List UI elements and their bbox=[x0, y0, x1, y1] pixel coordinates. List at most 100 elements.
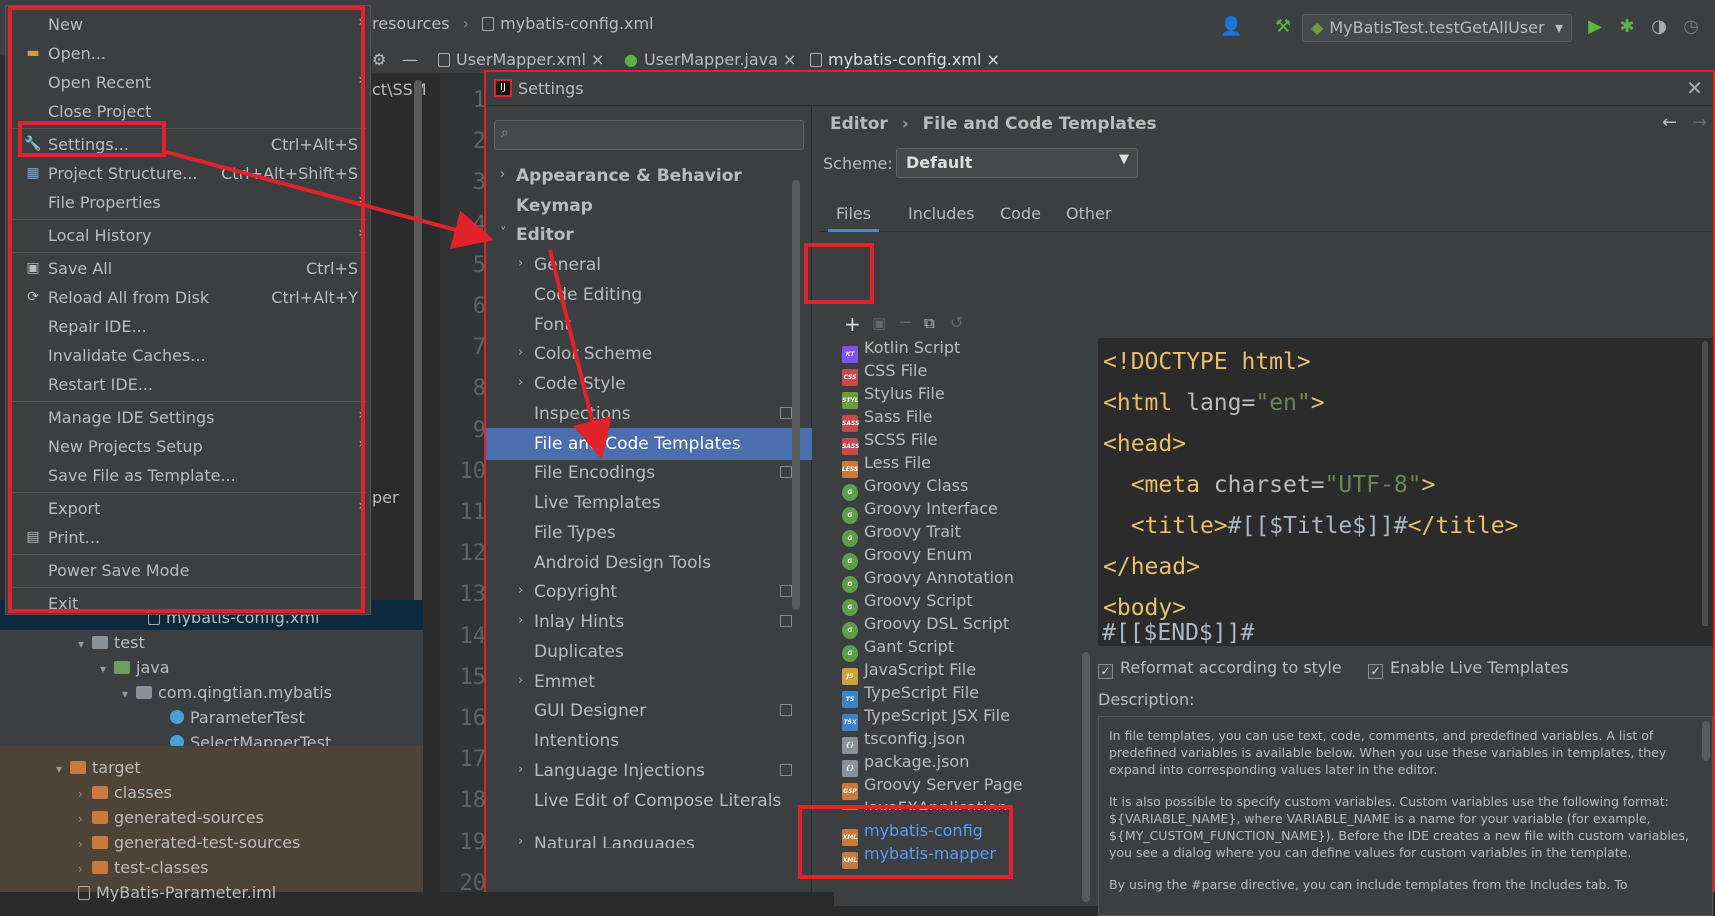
close-icon[interactable]: ✕ bbox=[1686, 76, 1703, 100]
list-item[interactable]: SASS SCSS File bbox=[842, 430, 938, 455]
tree-item[interactable]: MyBatis-Parameter.iml bbox=[78, 883, 276, 902]
nav-file-encodings[interactable]: File Encodings bbox=[486, 457, 812, 489]
profile-icon[interactable]: ◷ bbox=[1680, 16, 1702, 38]
list-item[interactable]: CSS CSS File bbox=[842, 361, 927, 386]
menu-item-open[interactable]: ▬ Open... bbox=[12, 41, 366, 67]
menu-item-power-save[interactable]: Power Save Mode bbox=[12, 558, 366, 584]
nav-scrollbar[interactable] bbox=[792, 180, 800, 610]
menu-item-save-all[interactable]: ▣ Save All Ctrl+S bbox=[12, 256, 366, 282]
menu-item-export[interactable]: Export › bbox=[12, 496, 366, 522]
tree-item[interactable]: › generated-sources bbox=[78, 808, 264, 827]
run-icon[interactable]: ▶ bbox=[1584, 16, 1606, 38]
nav-inspections[interactable]: Inspections bbox=[486, 398, 812, 430]
add-template-button[interactable]: + bbox=[844, 312, 861, 336]
nav-duplicates[interactable]: Duplicates bbox=[486, 636, 812, 668]
nav-inlay-hints[interactable]: › Inlay Hints bbox=[486, 606, 812, 638]
user-icon[interactable]: 👤 bbox=[1220, 16, 1242, 38]
list-item[interactable]: G Groovy Trait bbox=[842, 522, 961, 547]
nav-natural-languages[interactable]: › Natural Languages bbox=[486, 814, 812, 848]
add-child-icon[interactable]: ▣ bbox=[872, 314, 886, 332]
list-item[interactable]: JS JavaScript File bbox=[842, 660, 976, 685]
tab-usermapper-java[interactable]: ● UserMapper.java × bbox=[624, 50, 796, 69]
list-item[interactable]: G Groovy Enum bbox=[842, 545, 972, 570]
list-item[interactable]: G Groovy Annotation bbox=[842, 568, 1014, 593]
list-item[interactable]: G Groovy Class bbox=[842, 476, 968, 501]
tree-item[interactable]: ▾ target bbox=[56, 758, 141, 777]
nav-code-style[interactable]: › Code Style bbox=[486, 368, 812, 400]
minimize-icon[interactable]: — bbox=[402, 50, 426, 69]
nav-file-types[interactable]: File Types bbox=[486, 517, 812, 549]
list-item[interactable]: G Groovy Script bbox=[842, 591, 973, 616]
list-item[interactable]: LESS Less File bbox=[842, 453, 931, 478]
nav-editor[interactable]: ˅ Editor bbox=[486, 219, 812, 251]
menu-item-settings[interactable]: 🔧 Settings... Ctrl+Alt+S bbox=[12, 132, 366, 158]
list-item[interactable]: SASS Sass File bbox=[842, 407, 933, 432]
tree-item[interactable]: › test-classes bbox=[78, 858, 208, 877]
tab-includes[interactable]: Includes bbox=[900, 198, 983, 229]
nav-appearance-behavior[interactable]: › Appearance & Behavior bbox=[486, 160, 812, 192]
breadcrumb-parent[interactable]: Editor bbox=[830, 114, 888, 134]
nav-emmet[interactable]: › Emmet bbox=[486, 666, 812, 698]
nav-code-editing[interactable]: Code Editing bbox=[486, 279, 812, 311]
nav-color-scheme[interactable]: › Color Scheme bbox=[486, 338, 812, 370]
list-item[interactable]: {} tsconfig.json bbox=[842, 729, 965, 754]
menu-item-manage-ide-settings[interactable]: Manage IDE Settings › bbox=[12, 405, 366, 431]
menu-item-save-as-template[interactable]: Save File as Template... bbox=[12, 463, 366, 489]
nav-live-edit-compose[interactable]: Live Edit of Compose Literals bbox=[486, 785, 812, 817]
tab-other[interactable]: Other bbox=[1058, 198, 1119, 229]
description-scrollbar[interactable] bbox=[1702, 721, 1710, 761]
remove-template-button[interactable]: − bbox=[898, 312, 913, 333]
tree-item[interactable]: ParameterTest bbox=[170, 708, 305, 727]
breadcrumb-file[interactable]: mybatis-config.xml bbox=[482, 14, 654, 33]
list-item[interactable]: FXJavaFXApplication bbox=[842, 798, 1007, 810]
tab-usermapper-xml[interactable]: UserMapper.xml × bbox=[438, 50, 604, 69]
list-item[interactable]: STYL Stylus File bbox=[842, 384, 945, 409]
list-scrollbar[interactable] bbox=[1082, 652, 1090, 902]
forward-arrow-icon[interactable]: → bbox=[1692, 112, 1707, 133]
menu-item-invalidate-caches[interactable]: Invalidate Caches... bbox=[12, 343, 366, 369]
list-item[interactable]: GSP Groovy Server Page bbox=[842, 775, 1023, 800]
reset-icon[interactable]: ↺ bbox=[950, 313, 963, 332]
reformat-checkbox[interactable]: ✓ Reformat according to style bbox=[1098, 658, 1342, 679]
nav-intentions[interactable]: Intentions bbox=[486, 725, 812, 757]
nav-font[interactable]: Font bbox=[486, 309, 812, 341]
tree-item[interactable]: ▾ com.qingtian.mybatis bbox=[122, 683, 332, 702]
nav-file-and-code-templates[interactable]: File and Code Templates bbox=[486, 428, 812, 460]
list-item[interactable]: {} package.json bbox=[842, 752, 969, 777]
nav-language-injections[interactable]: › Language Injections bbox=[486, 755, 812, 787]
nav-android-design-tools[interactable]: Android Design Tools bbox=[486, 547, 812, 579]
tab-code[interactable]: Code bbox=[992, 198, 1049, 229]
menu-item-new[interactable]: New › bbox=[12, 12, 366, 38]
tab-files[interactable]: Files bbox=[828, 198, 880, 232]
menu-item-close-project[interactable]: Close Project bbox=[12, 99, 366, 125]
coverage-icon[interactable]: ◑ bbox=[1648, 16, 1670, 38]
tree-item[interactable]: ▾ test bbox=[78, 633, 145, 652]
copy-template-button[interactable]: ⧉ bbox=[924, 314, 935, 332]
list-item[interactable]: G Groovy Interface bbox=[842, 499, 998, 524]
editor-scrollbar[interactable] bbox=[1702, 341, 1708, 641]
menu-item-open-recent[interactable]: Open Recent › bbox=[12, 70, 366, 96]
menu-item-new-projects-setup[interactable]: New Projects Setup › bbox=[12, 434, 366, 460]
nav-general[interactable]: › General bbox=[486, 249, 812, 281]
live-templates-checkbox[interactable]: ✓ Enable Live Templates bbox=[1368, 658, 1569, 679]
settings-search-input[interactable]: ⌕ bbox=[494, 120, 804, 150]
list-item[interactable]: TS TypeScript File bbox=[842, 683, 979, 708]
menu-item-exit[interactable]: Exit bbox=[12, 591, 366, 617]
list-item-custom[interactable]: XML mybatis-config bbox=[842, 821, 983, 846]
list-item[interactable]: KT Kotlin Script bbox=[842, 338, 960, 363]
nav-gui-designer[interactable]: GUI Designer bbox=[486, 695, 812, 727]
menu-item-project-structure[interactable]: ▦ Project Structure... Ctrl+Alt+Shift+S bbox=[12, 161, 366, 187]
template-code-editor[interactable]: <!DOCTYPE html> <html lang="en"> <head> … bbox=[1098, 338, 1713, 646]
debug-bug-icon[interactable]: ✱ bbox=[1616, 16, 1638, 38]
gear-icon[interactable]: ⚙ bbox=[372, 50, 396, 69]
back-arrow-icon[interactable]: ← bbox=[1662, 112, 1677, 133]
run-configuration-select[interactable]: ◆ MyBatisTest.testGetAllUser ▾ bbox=[1302, 14, 1572, 42]
build-hammer-icon[interactable]: ⚒ bbox=[1272, 16, 1294, 38]
list-item[interactable]: G Groovy DSL Script bbox=[842, 614, 1009, 639]
list-item-custom[interactable]: XML mybatis-mapper bbox=[842, 844, 996, 869]
menu-item-restart-ide[interactable]: Restart IDE... bbox=[12, 372, 366, 398]
menu-item-reload[interactable]: ⟳ Reload All from Disk Ctrl+Alt+Y bbox=[12, 285, 366, 311]
breadcrumb-folder[interactable]: resources bbox=[372, 14, 450, 33]
menu-item-print[interactable]: ▤ Print... bbox=[12, 525, 366, 551]
nav-keymap[interactable]: Keymap bbox=[486, 190, 812, 222]
